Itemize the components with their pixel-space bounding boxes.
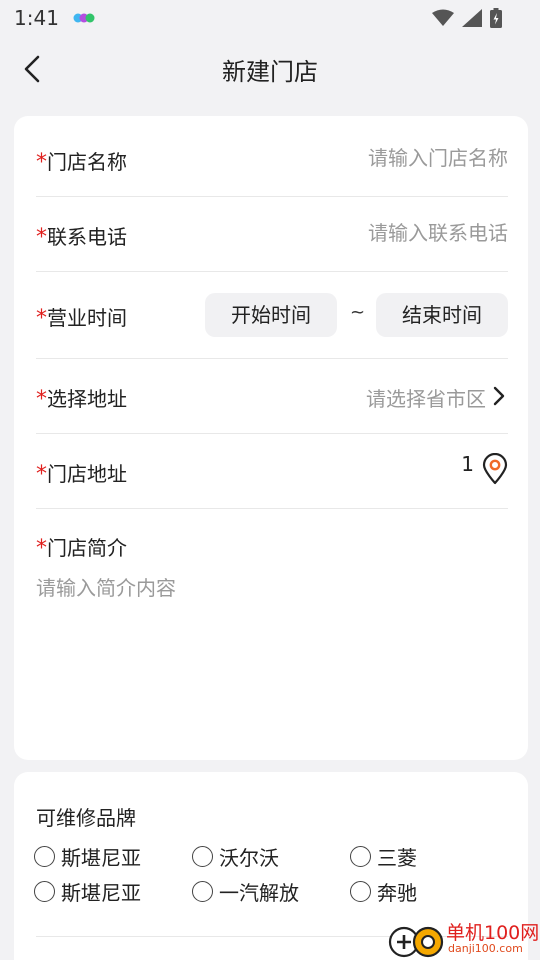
radio-circle-icon[interactable]: [350, 846, 371, 867]
region-row[interactable]: *选择地址 请选择省市区: [36, 359, 508, 434]
required-mark: *: [36, 306, 47, 331]
intro-label: *门店简介: [36, 532, 127, 561]
address-label: *门店地址: [36, 458, 127, 487]
phone-row: *联系电话: [36, 197, 508, 272]
app-notification-icon: [73, 13, 95, 23]
address-row: *门店地址 1: [36, 434, 508, 509]
radio-circle-icon[interactable]: [34, 881, 55, 902]
watermark-logo-icon: [388, 926, 444, 958]
required-mark: *: [36, 387, 47, 412]
battery-icon: [490, 8, 502, 28]
wifi-icon: [432, 9, 454, 26]
brand-option[interactable]: 斯堪尼亚: [34, 877, 141, 906]
required-mark: *: [36, 462, 47, 487]
brand-label: 沃尔沃: [219, 846, 279, 870]
store-name-label: *门店名称: [36, 146, 127, 175]
location-pin-icon[interactable]: [482, 453, 508, 485]
status-icons: [432, 8, 502, 28]
brand-label: 奔驰: [377, 881, 417, 905]
radio-circle-icon[interactable]: [192, 881, 213, 902]
page-title: 新建门店: [222, 58, 318, 86]
phone-label: *联系电话: [36, 221, 127, 250]
brand-label: 一汽解放: [219, 881, 299, 905]
brands-title: 可维修品牌: [36, 806, 136, 830]
time-separator: ~: [350, 302, 366, 323]
watermark: 单机100网 danji100.com: [380, 918, 540, 960]
signal-icon: [462, 9, 482, 27]
store-name-label-text: 门店名称: [47, 150, 127, 174]
brand-option[interactable]: 斯堪尼亚: [34, 842, 141, 871]
brand-label: 斯堪尼亚: [61, 846, 141, 870]
chevron-right-icon: [493, 386, 505, 406]
radio-circle-icon[interactable]: [34, 846, 55, 867]
watermark-url: danji100.com: [448, 942, 523, 955]
phone-label-text: 联系电话: [47, 225, 127, 249]
business-hours-row: *营业时间 开始时间 ~ 结束时间: [36, 272, 508, 359]
store-name-input[interactable]: [258, 146, 508, 170]
intro-label-text: 门店简介: [47, 536, 127, 560]
address-label-text: 门店地址: [47, 462, 127, 486]
brand-label: 三菱: [377, 846, 417, 870]
required-mark: *: [36, 150, 47, 175]
brand-option[interactable]: 三菱: [350, 842, 417, 871]
intro-textarea[interactable]: [36, 572, 508, 732]
status-bar: 1:41: [0, 0, 540, 36]
nav-bar: 新建门店: [0, 36, 540, 102]
start-time-button[interactable]: 开始时间: [205, 293, 337, 337]
end-time-button[interactable]: 结束时间: [376, 293, 508, 337]
store-form-card: *门店名称 *联系电话 *营业时间 开始时间 ~ 结束时间 *选择地址 请选择省…: [14, 116, 528, 760]
required-mark: *: [36, 225, 47, 250]
brand-label: 斯堪尼亚: [61, 881, 141, 905]
business-hours-label: *营业时间: [36, 302, 127, 331]
region-select[interactable]: 请选择省市区: [366, 383, 486, 412]
phone-input[interactable]: [258, 221, 508, 245]
store-name-row: *门店名称: [36, 122, 508, 197]
region-label-text: 选择地址: [47, 387, 127, 411]
required-mark: *: [36, 536, 47, 561]
region-label: *选择地址: [36, 383, 127, 412]
brand-option[interactable]: 奔驰: [350, 877, 417, 906]
business-hours-label-text: 营业时间: [47, 306, 127, 330]
address-value[interactable]: 1: [461, 452, 474, 476]
radio-circle-icon[interactable]: [350, 881, 371, 902]
radio-circle-icon[interactable]: [192, 846, 213, 867]
brand-option[interactable]: 沃尔沃: [192, 842, 279, 871]
brand-option[interactable]: 一汽解放: [192, 877, 299, 906]
watermark-name: 单机100网: [446, 922, 540, 944]
status-time: 1:41: [14, 6, 59, 30]
